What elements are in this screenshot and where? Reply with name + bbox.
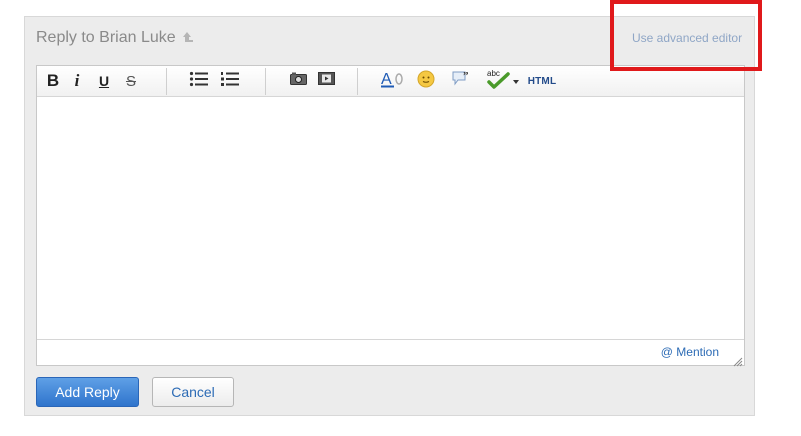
reply-body-textarea[interactable] [37, 97, 744, 339]
underline-button[interactable]: U [97, 71, 111, 91]
italic-button[interactable]: i [71, 71, 83, 91]
quote-button[interactable]: ” [451, 70, 473, 92]
text-style-icon: A [380, 70, 404, 93]
film-icon [317, 72, 335, 90]
editor-footer: @ Mention [37, 339, 744, 367]
reply-title-text: Reply to Brian Luke [36, 29, 176, 46]
use-advanced-editor-link[interactable]: Use advanced editor [632, 31, 742, 45]
numbered-list-button[interactable] [219, 71, 241, 91]
reply-panel: Reply to Brian Luke Use advanced editor … [24, 16, 755, 416]
quote-icon: ” [452, 70, 472, 92]
svg-text:”: ” [463, 70, 469, 82]
spellcheck-button[interactable]: abc [484, 69, 520, 94]
reply-heading: Reply to Brian Luke [36, 29, 194, 48]
strikethrough-button[interactable]: S [124, 71, 138, 91]
html-source-button[interactable]: HTML [527, 71, 557, 91]
numbered-list-icon [220, 71, 240, 92]
bullet-list-button[interactable] [188, 71, 210, 91]
mention-link[interactable]: @ Mention [661, 345, 719, 359]
toolbar-divider [357, 68, 358, 95]
svg-text:A: A [381, 71, 392, 88]
spellcheck-icon: abc [486, 69, 511, 94]
smiley-icon [417, 70, 435, 93]
toolbar-divider [166, 68, 167, 95]
emoticon-button[interactable] [416, 70, 436, 93]
add-reply-button[interactable]: Add Reply [36, 377, 139, 407]
camera-icon [289, 72, 307, 90]
chevron-down-icon [512, 72, 519, 90]
svg-text:abc: abc [487, 69, 500, 78]
rich-text-editor: B i U S A ” abc HTML @ Mention [36, 65, 745, 367]
insert-image-button[interactable] [289, 71, 307, 91]
bullet-list-icon [189, 71, 209, 92]
reply-arrow-icon [182, 30, 194, 48]
editor-toolbar: B i U S A ” abc HTML [37, 66, 744, 97]
insert-video-button[interactable] [317, 71, 335, 91]
toolbar-divider [265, 68, 266, 95]
bold-button[interactable]: B [45, 71, 61, 91]
resize-grip-icon[interactable] [733, 354, 743, 367]
text-style-button[interactable]: A [380, 71, 404, 91]
cancel-button[interactable]: Cancel [152, 377, 234, 407]
